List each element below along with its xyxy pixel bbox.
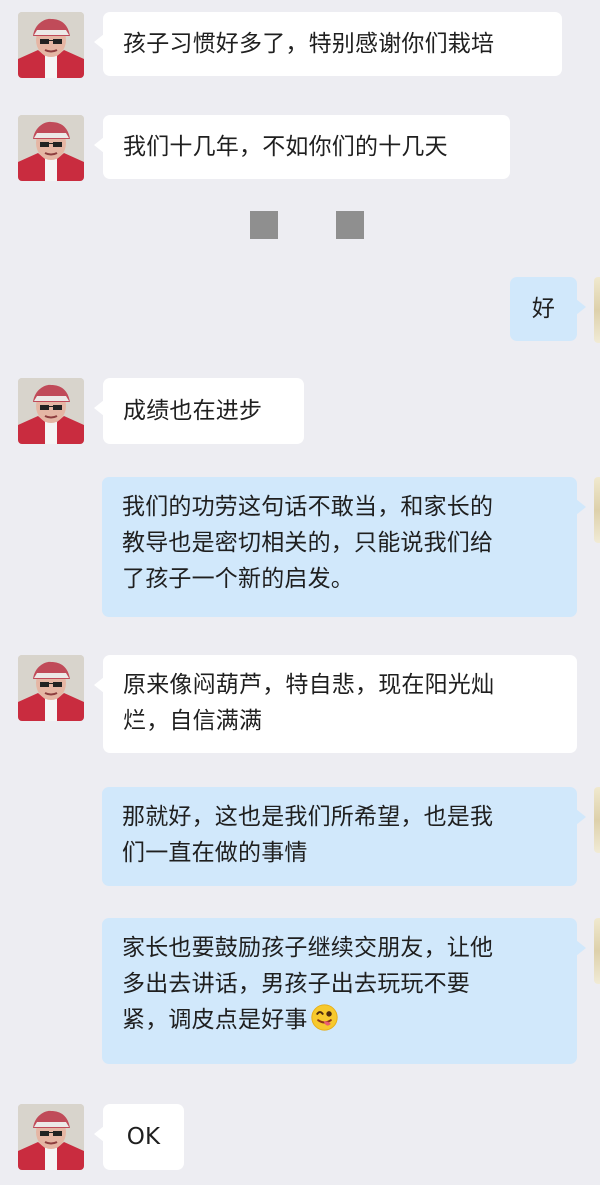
message-line: 我们的功劳这句话不敢当，和家长的 — [122, 494, 494, 520]
message-line: 家长也要鼓励孩子继续交朋友，让他 — [122, 935, 494, 961]
message-line: 烂，自信满满 — [123, 708, 263, 734]
own-avatar[interactable] — [594, 918, 600, 984]
message-line: 那就好，这也是我们所希望，也是我 — [122, 804, 494, 830]
message-line: 教导也是密切相关的，只能说我们给 — [122, 530, 494, 556]
contact-avatar[interactable] — [18, 1104, 84, 1170]
message-bubble[interactable]: 成绩也在进步 — [94, 378, 304, 444]
message-text: 成绩也在进步 — [123, 398, 263, 424]
avatar-image — [18, 378, 84, 444]
avatar-image — [18, 115, 84, 181]
contact-avatar[interactable] — [18, 115, 84, 181]
contact-avatar[interactable] — [18, 378, 84, 444]
own-avatar[interactable] — [594, 277, 600, 343]
message-line: 了孩子一个新的启发。 — [122, 566, 354, 592]
message-line: 们一直在做的事情 — [122, 840, 308, 866]
chat-thread: 孩子习惯好多了，特别感谢你们栽培 我们十几年，不如你们的十几天 好 成绩也在进步… — [0, 0, 600, 1185]
avatar-image — [18, 12, 84, 78]
message-text: 孩子习惯好多了，特别感谢你们栽培 — [123, 31, 495, 57]
avatar-image — [18, 1104, 84, 1170]
message-text: OK — [126, 1124, 161, 1150]
message-bubble[interactable]: 那就好，这也是我们所希望，也是我 们一直在做的事情 — [102, 787, 586, 886]
message-line: 原来像闷葫芦，特自悲，现在阳光灿 — [123, 672, 495, 698]
message-line: 紧，调皮点是好事 — [122, 1002, 557, 1038]
image-placeholder — [336, 211, 364, 239]
winking-tongue-emoji-icon — [310, 1004, 338, 1031]
contact-avatar[interactable] — [18, 12, 84, 78]
message-bubble[interactable]: 孩子习惯好多了，特别感谢你们栽培 — [94, 12, 562, 76]
message-text: 好 — [531, 296, 556, 322]
message-bubble[interactable]: 家长也要鼓励孩子继续交朋友，让他 多出去讲话，男孩子出去玩玩不要 紧，调皮点是好… — [102, 918, 586, 1064]
message-bubble[interactable]: 好 — [510, 277, 586, 341]
own-avatar[interactable] — [594, 787, 600, 853]
message-line: 多出去讲话，男孩子出去玩玩不要 — [122, 971, 470, 997]
contact-avatar[interactable] — [18, 655, 84, 721]
message-bubble[interactable]: 原来像闷葫芦，特自悲，现在阳光灿 烂，自信满满 — [94, 655, 577, 753]
avatar-image — [18, 655, 84, 721]
own-avatar[interactable] — [594, 477, 600, 543]
image-placeholder — [250, 211, 278, 239]
message-line-text: 紧，调皮点是好事 — [122, 1007, 308, 1033]
message-bubble[interactable]: OK — [94, 1104, 184, 1170]
message-bubble[interactable]: 我们十几年，不如你们的十几天 — [94, 115, 510, 179]
message-text: 我们十几年，不如你们的十几天 — [123, 134, 448, 160]
message-bubble[interactable]: 我们的功劳这句话不敢当，和家长的 教导也是密切相关的，只能说我们给 了孩子一个新… — [102, 477, 586, 617]
